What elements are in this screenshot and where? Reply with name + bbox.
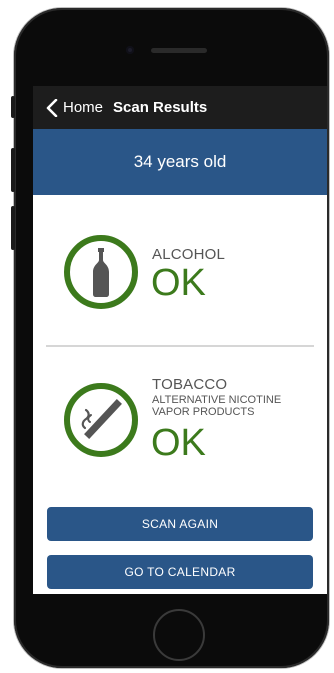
go-to-calendar-button[interactable]: GO TO CALENDAR [47, 555, 313, 589]
chevron-left-icon [46, 98, 58, 117]
back-button[interactable]: Home [45, 98, 104, 117]
alcohol-status: OK [151, 262, 206, 304]
go-to-calendar-label: GO TO CALENDAR [124, 565, 236, 579]
home-button[interactable] [153, 609, 205, 661]
volume-down-button [11, 206, 15, 250]
back-label: Home [63, 99, 104, 116]
app-screen: Home Scan Results 34 years old ALCOHOL O… [33, 86, 327, 594]
alcohol-result: ALCOHOL OK [33, 226, 327, 336]
scan-again-button[interactable]: SCAN AGAIN [47, 507, 313, 541]
age-banner: 34 years old [33, 129, 327, 195]
silent-switch [11, 96, 15, 118]
tobacco-result: TOBACCO ALTERNATIVE NICOTINE VAPOR PRODU… [33, 366, 327, 496]
page-title: Scan Results [113, 99, 208, 116]
navigation-bar: Home Scan Results [33, 86, 327, 129]
tobacco-category: TOBACCO [152, 376, 228, 393]
age-text: 34 years old [133, 152, 227, 171]
scan-again-label: SCAN AGAIN [141, 517, 219, 531]
tobacco-status: OK [151, 422, 206, 464]
tobacco-subtext-line2: VAPOR PRODUCTS [152, 406, 255, 418]
bottle-icon [64, 235, 138, 309]
volume-up-button [11, 148, 15, 192]
alcohol-category: ALCOHOL [152, 246, 226, 263]
divider [46, 345, 314, 347]
earpiece-speaker [151, 48, 207, 53]
cigarette-icon [64, 383, 138, 457]
front-camera [126, 46, 134, 54]
tobacco-subtext-line1: ALTERNATIVE NICOTINE [152, 394, 282, 406]
